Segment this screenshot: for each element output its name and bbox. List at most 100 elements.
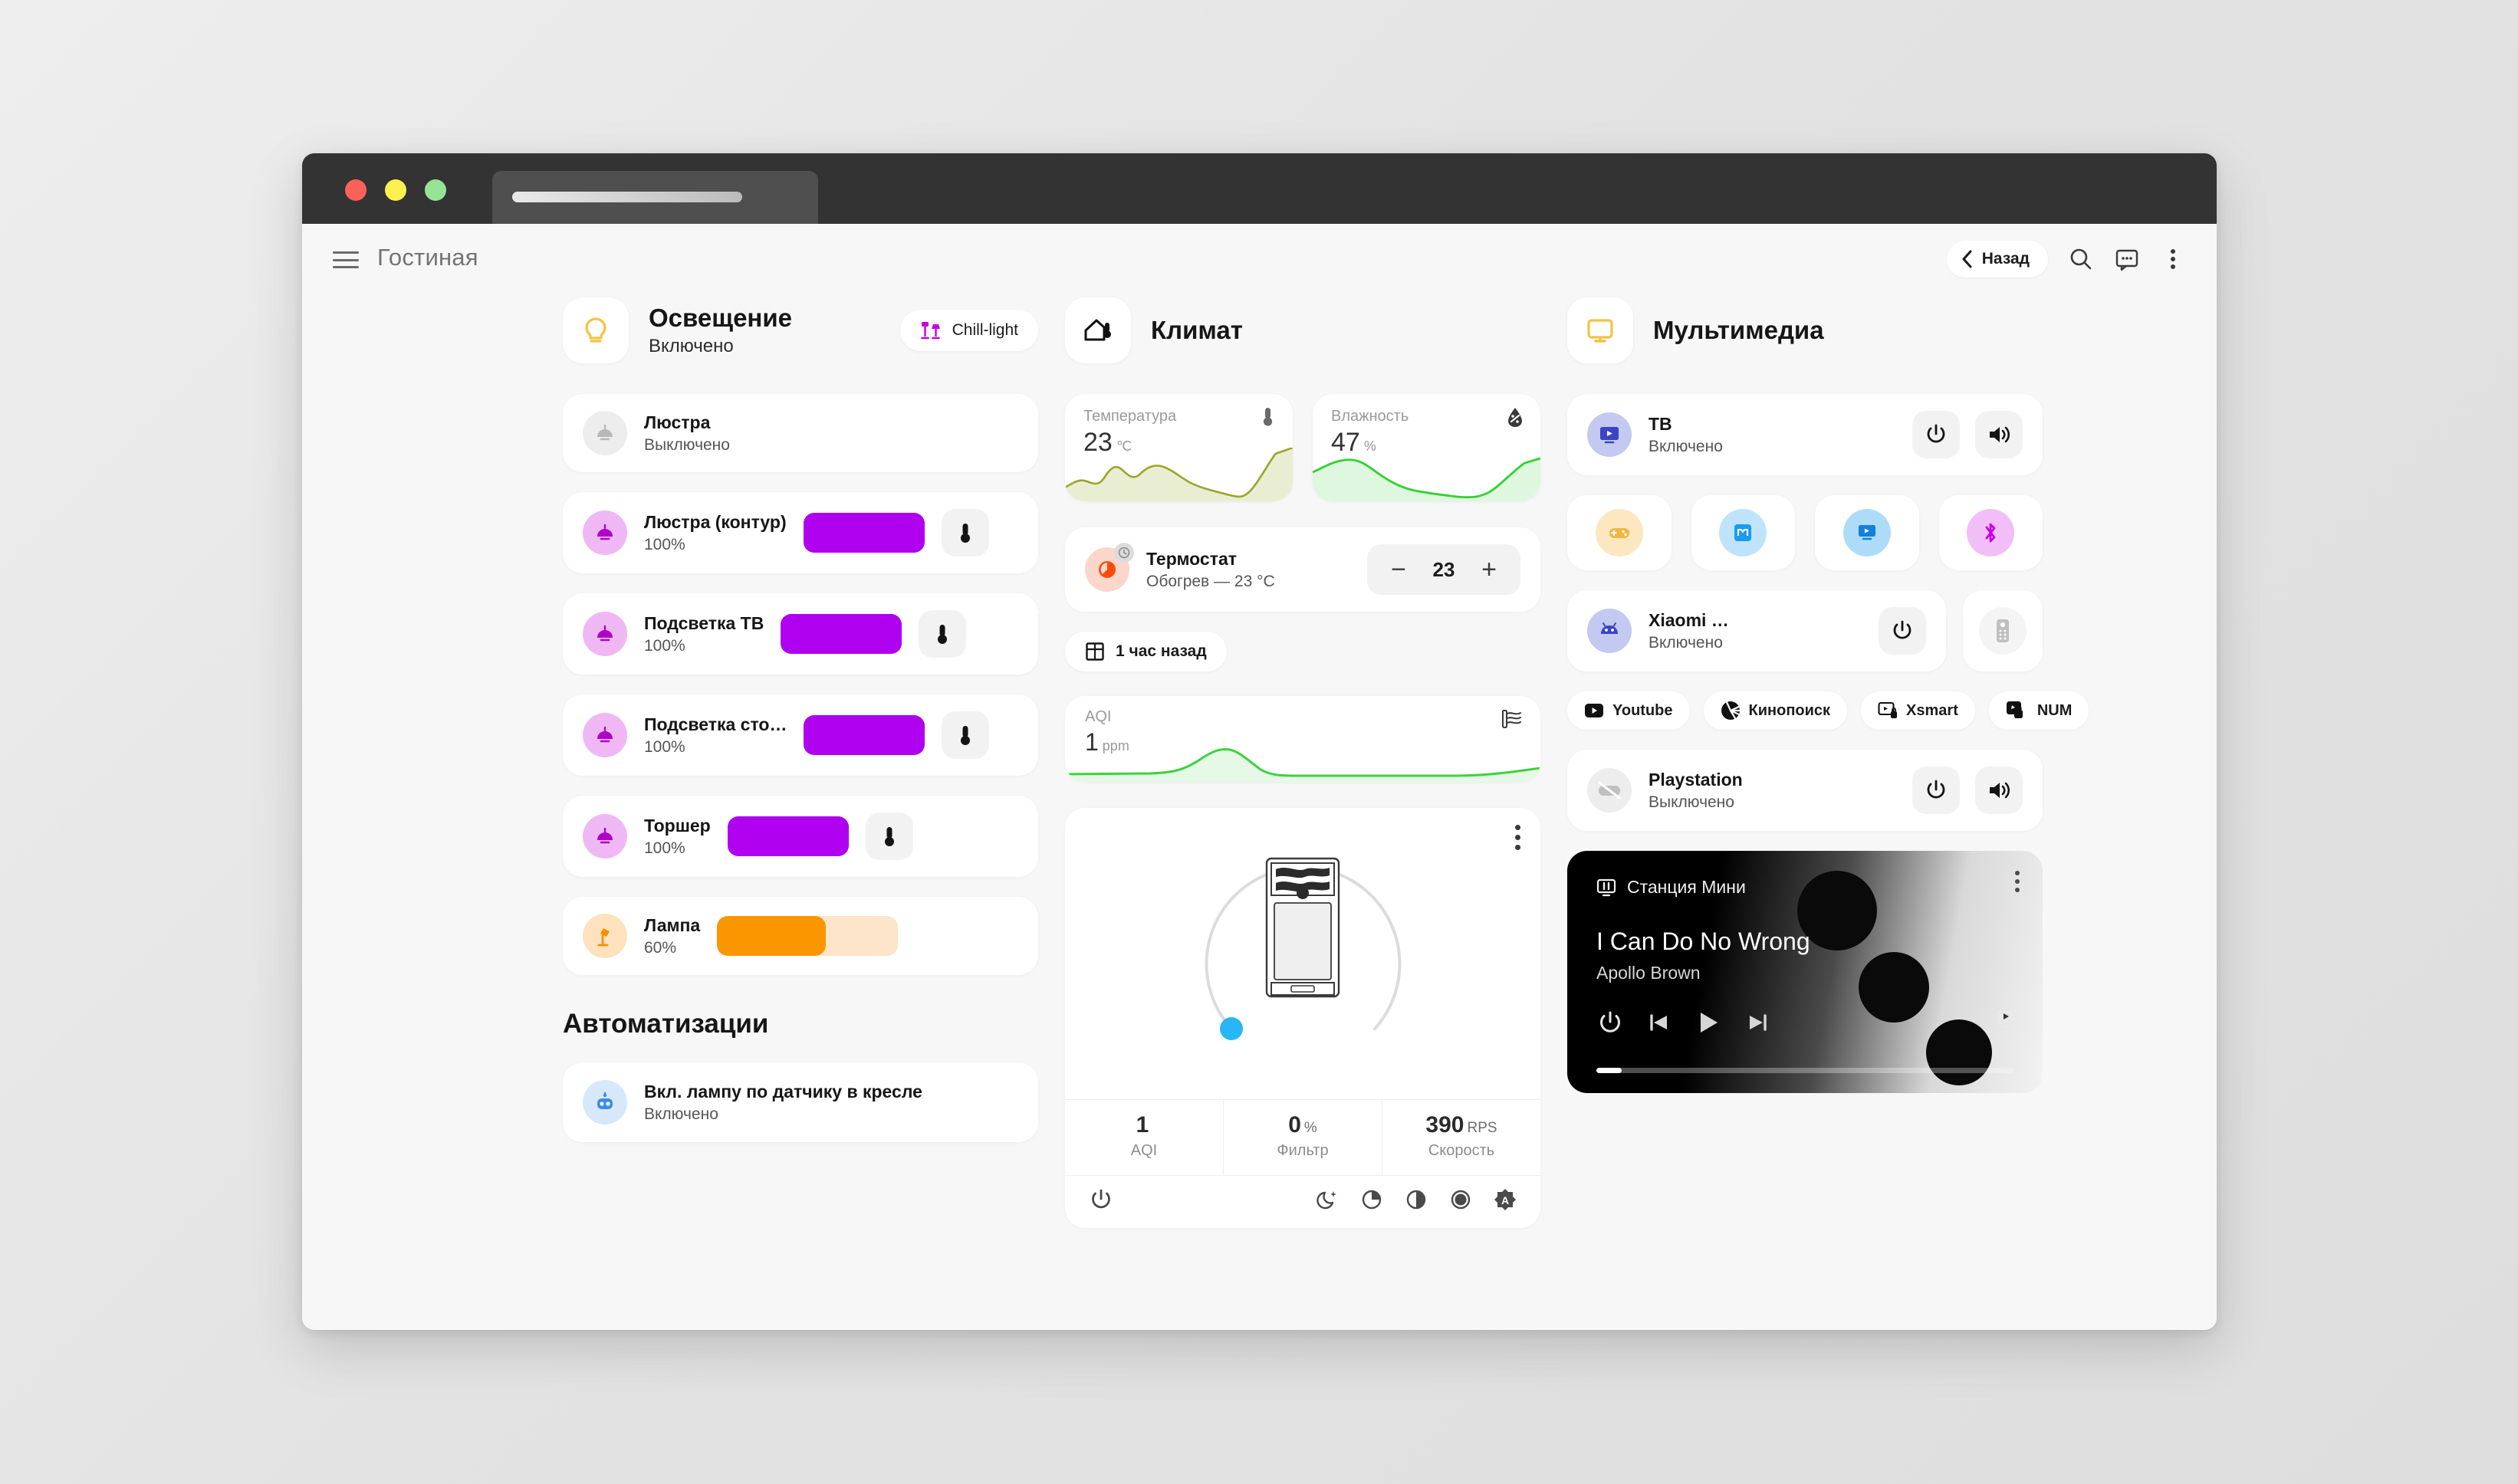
window-sensor-chip[interactable]: 1 час назад <box>1065 632 1227 671</box>
app-label: Кинопоиск <box>1748 701 1831 719</box>
temperature-label: Температура <box>1083 408 1177 425</box>
tile-bluetooth[interactable] <box>1938 495 2043 570</box>
scene-chill-light-button[interactable]: Chill-light <box>899 310 1038 351</box>
close-window-button[interactable] <box>345 179 367 201</box>
app-shortcut-kinopoisk[interactable]: Кинопоиск <box>1703 691 1848 730</box>
device-row[interactable]: ТВ Включено <box>1567 394 2043 475</box>
brightness-slider[interactable] <box>717 916 899 956</box>
chandelier-icon <box>597 726 613 743</box>
device-name: Xiaomi … <box>1649 609 1729 630</box>
power-icon <box>1893 620 1912 639</box>
cast-icon[interactable] <box>1995 1006 2018 1033</box>
browser-tab[interactable] <box>492 171 818 224</box>
previous-icon[interactable] <box>1647 1010 1672 1035</box>
device-name: ТВ <box>1649 413 1672 434</box>
device-name: Playstation <box>1649 769 1743 790</box>
avatar <box>583 511 627 555</box>
tile-mi[interactable] <box>1691 495 1795 570</box>
brightness-slider[interactable] <box>727 816 849 856</box>
device-row[interactable]: Подсветка сто… 100% <box>563 694 1038 776</box>
play-icon[interactable] <box>1695 1009 1722 1036</box>
volume-button[interactable] <box>1975 411 2023 458</box>
player-menu-button[interactable] <box>2015 871 2020 892</box>
volume-button[interactable] <box>1975 767 2023 814</box>
media-player-card[interactable]: Станция Мини I Can Do No Wrong Apollo Br… <box>1567 851 2043 1093</box>
youtube-icon <box>1585 704 1603 717</box>
color-temperature-button[interactable] <box>919 610 967 658</box>
humidity-card[interactable]: Влажность 47% <box>1313 394 1540 501</box>
device-info: Люстра (контур) 100% <box>644 512 787 554</box>
aqi-card[interactable]: AQI 1 ppm <box>1065 696 1540 782</box>
device-row[interactable]: Торшер 100% <box>563 796 1038 877</box>
color-temperature-button[interactable] <box>941 509 989 556</box>
robot-icon <box>597 1092 613 1109</box>
power-button[interactable] <box>1912 767 1960 814</box>
fan-medium-icon[interactable] <box>1404 1187 1428 1212</box>
chevron-left-icon <box>1962 250 1972 268</box>
search-icon[interactable] <box>2068 246 2094 272</box>
fan-high-icon[interactable] <box>1448 1187 1473 1212</box>
brightness-slider[interactable] <box>803 513 925 553</box>
power-icon <box>1927 780 1945 799</box>
menu-icon[interactable] <box>333 251 359 268</box>
decrease-temperature-button[interactable]: − <box>1381 552 1416 587</box>
window-icon <box>1086 642 1104 661</box>
device-row[interactable]: Лампа 60% <box>563 897 1038 975</box>
power-button[interactable] <box>1879 607 1926 655</box>
night-mode-icon[interactable] <box>1315 1187 1340 1212</box>
remote-control-button[interactable] <box>1963 590 2043 671</box>
fan-low-icon[interactable] <box>1359 1187 1384 1212</box>
device-row[interactable]: Люстра (контур) 100% <box>563 492 1038 573</box>
app-shortcut-xsmart[interactable]: Xsmart <box>1861 691 1975 730</box>
more-vertical-icon[interactable] <box>2160 246 2186 272</box>
maximize-window-button[interactable] <box>425 179 446 201</box>
album-art-blob <box>1859 952 1929 1023</box>
purifier-stats: 1 AQI 0% Фильтр 390 RPS Скорость <box>1065 1099 1540 1175</box>
device-row[interactable]: Xiaomi … Включено <box>1567 590 1946 671</box>
brightness-slider[interactable] <box>781 614 902 654</box>
next-icon[interactable] <box>1745 1010 1770 1035</box>
thermostat-row[interactable]: Термостат Обогрев — 23 °C − 23 + <box>1065 527 1540 612</box>
minimize-window-button[interactable] <box>385 179 406 201</box>
brightness-slider[interactable] <box>804 715 925 755</box>
app-shortcut-num[interactable]: NUM <box>1988 691 2089 730</box>
avatar <box>583 1080 627 1124</box>
humidity-sparkline <box>1313 457 1540 501</box>
power-icon[interactable] <box>1088 1187 1114 1213</box>
tv-play-icon <box>1600 427 1619 444</box>
automations-title: Автоматизации <box>563 1009 769 1039</box>
device-info: Подсветка сто… 100% <box>644 714 787 757</box>
floor-lamp-icon <box>920 322 940 340</box>
increase-temperature-button[interactable]: + <box>1471 552 1507 587</box>
color-temperature-button[interactable] <box>865 813 913 860</box>
speaker-icon <box>1596 878 1616 896</box>
tile-gamepad[interactable] <box>1567 495 1672 570</box>
player-progress-bar[interactable] <box>1596 1068 2013 1073</box>
window-sensor-time: 1 час назад <box>1116 642 1207 660</box>
gamepad-icon <box>1609 528 1629 538</box>
tile-tv[interactable] <box>1815 495 1919 570</box>
color-temperature-button[interactable] <box>942 711 990 759</box>
purifier-filter-unit: % <box>1303 1120 1317 1136</box>
auto-mode-icon[interactable]: A <box>1493 1187 1517 1212</box>
climate-title: Климат <box>1151 315 1243 344</box>
dashboard-columns: Освещение Включено Chill-light Люстра Вы… <box>302 297 2217 1228</box>
back-button[interactable]: Назад <box>1946 241 2048 277</box>
device-row[interactable]: Люстра Выключено <box>563 394 1038 472</box>
app-shortcut-youtube[interactable]: Youtube <box>1567 691 1690 730</box>
power-button[interactable] <box>1912 411 1960 458</box>
browser-titlebar <box>302 153 2217 224</box>
device-name: Подсветка сто… <box>644 714 787 734</box>
device-row[interactable]: Playstation Выключено <box>1567 750 2043 831</box>
power-icon[interactable] <box>1596 1009 1624 1036</box>
automation-info: Вкл. лампу по датчику в кресле Включено <box>644 1082 922 1124</box>
humidity-icon <box>1505 406 1525 432</box>
device-info: Xiaomi … Включено <box>1649 610 1729 652</box>
automation-row[interactable]: Вкл. лампу по датчику в кресле Включено <box>563 1062 1038 1142</box>
volume-icon <box>1990 426 2010 443</box>
chat-icon[interactable] <box>2114 246 2140 272</box>
multimedia-title-block: Мультимедиа <box>1653 316 1824 346</box>
device-row[interactable]: Подсветка ТВ 100% <box>563 593 1038 675</box>
thermostat-icon <box>1099 561 1116 578</box>
temperature-card[interactable]: Температура 23 ℃ <box>1065 394 1293 501</box>
